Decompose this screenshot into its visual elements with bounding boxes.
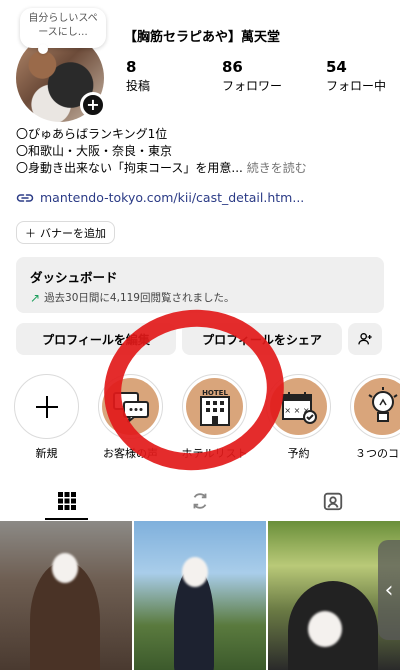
post-thumbnail[interactable]	[0, 521, 132, 670]
tab-posts[interactable]	[0, 482, 133, 520]
highlight-label: ホテルリスト	[181, 447, 248, 460]
grid-icon	[57, 492, 76, 510]
stat-posts[interactable]: 8 投稿	[126, 58, 222, 94]
lightbulb-icon	[367, 386, 398, 422]
highlight-hotels-circle[interactable]: HOTEL	[182, 374, 247, 439]
highlight-new[interactable]: 新規	[14, 374, 79, 461]
stat-followers-label: フォロワー	[222, 79, 283, 93]
bio-line: 〇身動き出来ない「拘束コース」を用意... 続きを読む	[16, 160, 396, 177]
highlight-new-circle[interactable]	[14, 374, 79, 439]
dashboard-subtitle: ↗ 過去30日間に4,119回閲覧されました。	[30, 290, 370, 305]
add-banner-button[interactable]: ＋ バナーを追加	[16, 221, 115, 244]
tab-tagged[interactable]	[267, 482, 400, 520]
add-story-icon[interactable]: +	[80, 92, 106, 118]
blurred-face	[182, 557, 208, 587]
highlight-label: 予約	[287, 447, 310, 460]
side-panel-handle[interactable]: ‹	[378, 540, 400, 640]
highlight-hotels-cover: HOTEL	[186, 378, 243, 435]
profile-stats: 8 投稿 86 フォロワー 54 フォロー中	[126, 58, 400, 94]
highlight-label: ３つのコー	[355, 447, 400, 460]
tagged-icon	[324, 492, 343, 511]
profile-link[interactable]: mantendo-tokyo.com/kii/cast_detail.htm..…	[16, 190, 304, 205]
discover-people-button[interactable]	[348, 323, 382, 355]
chevron-left-icon: ‹	[384, 577, 394, 603]
profile-actions: プロフィールを編集 プロフィールをシェア	[16, 323, 382, 355]
posts-grid	[0, 521, 400, 670]
profile-tabs	[0, 482, 400, 520]
highlight-booking[interactable]: × × × 予約	[266, 374, 331, 461]
blurred-face	[52, 553, 78, 583]
dashboard-title: ダッシュボード	[30, 270, 118, 285]
stat-following[interactable]: 54 フォロー中	[326, 58, 400, 94]
highlight-booking-circle[interactable]: × × ×	[266, 374, 331, 439]
edit-profile-button[interactable]: プロフィールを編集	[16, 323, 176, 355]
highlight-label: 新規	[35, 447, 58, 460]
add-banner-label: バナーを追加	[40, 226, 106, 240]
highlight-voices-cover	[102, 378, 159, 435]
stat-following-label: フォロー中	[326, 79, 387, 93]
stat-followers-count: 86	[222, 58, 243, 76]
trend-up-icon: ↗	[30, 290, 41, 305]
stat-followers[interactable]: 86 フォロワー	[222, 58, 326, 94]
post-thumbnail[interactable]	[134, 521, 266, 670]
note-text: 自分らしいスペースにし…	[28, 13, 98, 38]
highlight-booking-cover: × × ×	[270, 378, 327, 435]
dashboard-subtitle-text: 過去30日間に4,119回閲覧されました。	[44, 292, 235, 304]
calendar-icon: × × ×	[281, 391, 317, 424]
plus-icon	[35, 395, 58, 418]
tab-reels[interactable]	[133, 482, 266, 520]
hotel-icon: HOTEL	[199, 389, 230, 426]
note-bubble[interactable]: 自分らしいスペースにし…	[20, 8, 106, 54]
stat-following-count: 54	[326, 58, 347, 76]
hotel-sign-text: HOTEL	[202, 389, 228, 397]
profile-name: 【胸筋セラピあや】萬天堂	[124, 30, 281, 45]
blurred-face	[308, 611, 342, 647]
bio-line-text: 〇身動き出来ない「拘束コース」を用意...	[16, 161, 243, 175]
speech-bubble-icon	[112, 391, 149, 423]
add-person-icon	[358, 333, 372, 345]
plus-icon: ＋	[25, 226, 36, 240]
bio-line: 〇ぴゅあらばランキング1位	[16, 127, 168, 141]
highlight-voices-circle[interactable]	[98, 374, 163, 439]
highlight-courses-cover	[354, 378, 400, 435]
read-more-link[interactable]: 続きを読む	[247, 161, 307, 175]
link-icon	[16, 193, 34, 202]
dashboard-card[interactable]: ダッシュボード ↗ 過去30日間に4,119回閲覧されました。	[16, 257, 384, 313]
highlight-label: お客様の声	[103, 447, 158, 460]
highlight-hotels[interactable]: HOTEL ホテルリスト	[181, 374, 248, 461]
stat-posts-label: 投稿	[126, 79, 151, 93]
profile-bio: 〇ぴゅあらばランキング1位 〇和歌山・大阪・奈良・東京 〇身動き出来ない「拘束コ…	[16, 126, 396, 177]
profile-link-text[interactable]: mantendo-tokyo.com/kii/cast_detail.htm..…	[40, 190, 304, 205]
highlight-voices[interactable]: お客様の声	[98, 374, 163, 461]
story-highlights: 新規 お客様の声 HOTEL ホテルリスト × × × 予約 ３つのコ	[14, 374, 400, 461]
highlight-courses-circle[interactable]	[350, 374, 400, 439]
stat-posts-count: 8	[126, 58, 137, 76]
bio-line: 〇和歌山・大阪・奈良・東京	[16, 144, 173, 158]
share-profile-button[interactable]: プロフィールをシェア	[182, 323, 342, 355]
highlight-courses[interactable]: ３つのコー	[350, 374, 400, 461]
reels-icon	[193, 493, 207, 509]
